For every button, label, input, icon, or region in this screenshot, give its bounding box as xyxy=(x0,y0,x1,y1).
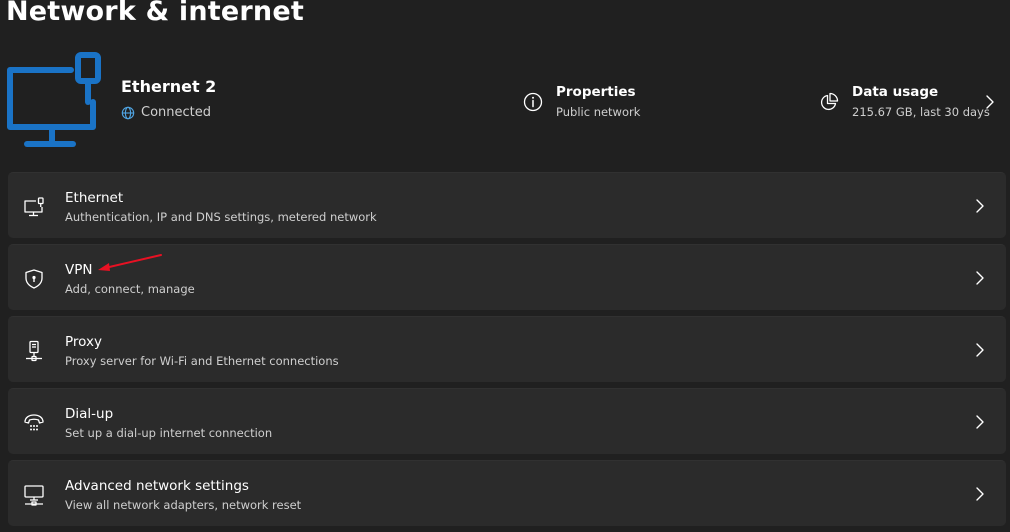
proxy-subtitle: Proxy server for Wi-Fi and Ethernet conn… xyxy=(65,354,339,368)
annotation-arrow xyxy=(98,254,162,271)
advanced-network-settings-title: Advanced network settings xyxy=(65,478,249,494)
settings-window: Network & internet Ethernet 2 Connected xyxy=(0,0,1010,532)
ethernet-card[interactable]: Ethernet Authentication, IP and DNS sett… xyxy=(8,172,1006,238)
properties-subtitle: Public network xyxy=(556,105,641,119)
proxy-icon xyxy=(26,340,42,362)
chevron-right-icon xyxy=(976,199,984,213)
info-icon xyxy=(523,92,543,112)
ethernet-subtitle: Authentication, IP and DNS settings, met… xyxy=(65,210,377,224)
monitor-network-icon xyxy=(24,485,44,506)
dialup-subtitle: Set up a dial-up internet connection xyxy=(65,426,273,440)
proxy-title: Proxy xyxy=(65,334,102,350)
pie-chart-icon xyxy=(821,92,839,110)
properties-button[interactable]: Properties Public network xyxy=(523,84,640,119)
ethernet-icon xyxy=(24,197,44,217)
dialup-title: Dial-up xyxy=(65,406,114,422)
globe-icon xyxy=(121,106,135,119)
data-usage-button[interactable]: Data usage 215.67 GB, last 30 days xyxy=(819,84,990,119)
ethernet-pc-icon xyxy=(7,52,101,147)
shield-icon xyxy=(25,269,43,289)
proxy-card[interactable]: Proxy Proxy server for Wi-Fi and Etherne… xyxy=(8,316,1006,382)
chevron-right-icon xyxy=(976,343,984,357)
connection-status-label: Connected xyxy=(141,105,212,120)
data-usage-subtitle: 215.67 GB, last 30 days xyxy=(852,105,990,119)
chevron-right-icon xyxy=(976,487,984,501)
dialup-card[interactable]: Dial-up Set up a dial-up internet connec… xyxy=(8,388,1006,454)
advanced-network-settings-subtitle: View all network adapters, network reset xyxy=(65,498,302,512)
vpn-title: VPN xyxy=(65,262,93,278)
connection-status: Connected xyxy=(121,105,211,120)
advanced-network-settings-card[interactable]: Advanced network settings View all netwo… xyxy=(8,460,1006,526)
page-title: Network & internet xyxy=(6,0,304,27)
connection-name: Ethernet 2 xyxy=(121,77,217,96)
phone-icon xyxy=(24,414,44,431)
properties-title: Properties xyxy=(556,84,636,100)
ethernet-title: Ethernet xyxy=(65,190,124,206)
chevron-right-icon xyxy=(976,271,984,285)
chevron-right-icon xyxy=(976,415,984,429)
vpn-subtitle: Add, connect, manage xyxy=(65,282,195,296)
data-usage-title: Data usage xyxy=(852,84,939,100)
chevron-right-icon[interactable] xyxy=(984,95,996,109)
